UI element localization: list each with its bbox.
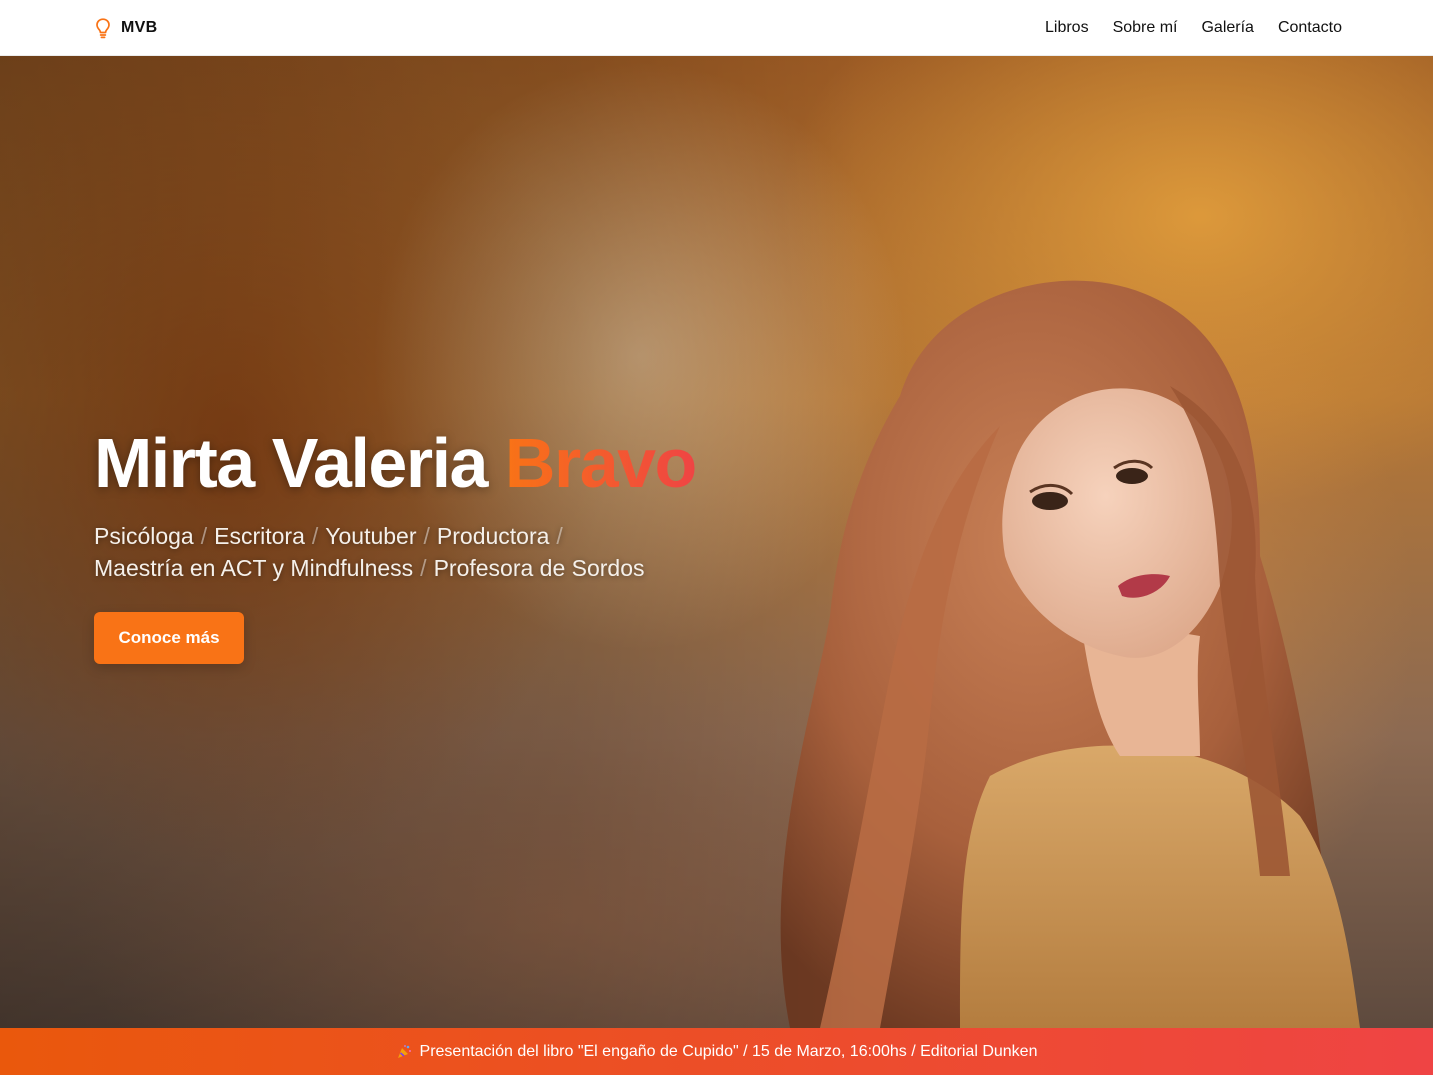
hero-last-name: Bravo	[504, 424, 697, 502]
role-separator: /	[556, 523, 563, 549]
nav-link-galeria[interactable]: Galería	[1201, 19, 1253, 36]
role-productora: Productora	[436, 523, 550, 549]
main-nav: Libros Sobre mí Galería Contacto	[1045, 19, 1342, 37]
nav-link-libros[interactable]: Libros	[1045, 19, 1089, 36]
brand-logo-link[interactable]: MVB	[94, 17, 157, 39]
announcement-bar[interactable]: Presentación del libro "El engaño de Cup…	[0, 1028, 1433, 1075]
role-separator: /	[423, 523, 430, 549]
role-separator: /	[311, 523, 319, 549]
role-separator: /	[420, 555, 427, 581]
hero-roles: Psicóloga / Escritora / Youtuber / Productora /…	[94, 520, 694, 584]
role-psicologa: Psicóloga	[94, 523, 194, 549]
nav-link-contacto[interactable]: Contacto	[1278, 19, 1342, 36]
role-profesora-sordos: Profesora de Sordos	[433, 555, 645, 581]
conoce-mas-button[interactable]: Conoce más	[94, 612, 244, 664]
hero-section: Mirta Valeria Bravo Psicóloga / Escritora /…	[0, 56, 1433, 1028]
announcement-text: Presentación del libro "El engaño de Cup…	[419, 1042, 1038, 1060]
role-escritora: Escritora	[214, 523, 305, 549]
hero-first-name: Mirta Valeria	[94, 424, 488, 502]
brand-name: MVB	[121, 18, 158, 36]
role-youtuber: Youtuber	[325, 523, 417, 549]
role-maestria: Maestría en ACT y Mindfulness	[94, 555, 414, 581]
lightbulb-icon	[96, 17, 110, 38]
nav-link-sobre-mi[interactable]: Sobre mí	[1113, 19, 1178, 36]
hero-content: Mirta Valeria Bravo Psicóloga / Escritora /…	[94, 428, 794, 664]
role-separator: /	[200, 523, 208, 549]
hero-title: Mirta Valeria Bravo	[94, 428, 794, 498]
party-popper-icon	[397, 1044, 411, 1058]
site-header: MVB Libros Sobre mí Galería Contacto	[0, 0, 1433, 56]
